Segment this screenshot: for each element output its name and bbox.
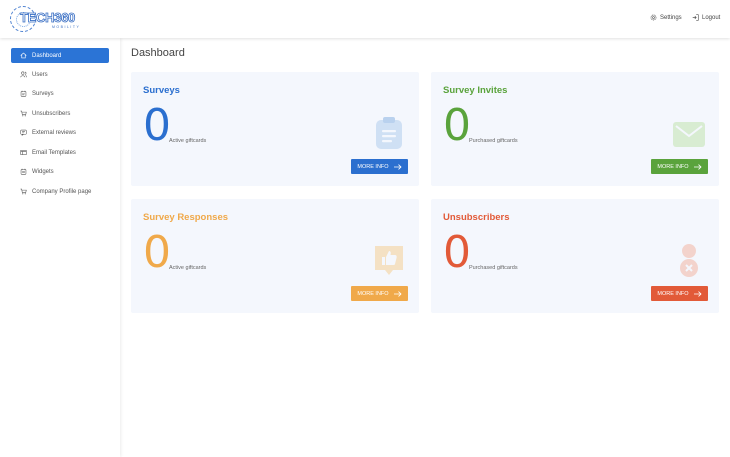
survey-responses-card: Survey Responses 0 Active giftcards MORE… [131,199,419,313]
card-value: 0 [143,100,171,151]
sidebar-item-label: External reviews [32,129,77,136]
more-info-button[interactable]: MORE INFO [651,286,708,301]
more-info-button[interactable]: MORE INFO [351,286,408,301]
gear-icon [650,14,657,21]
arrow-right-icon [693,290,702,297]
card-value: 0 [143,227,171,278]
envelope-icon [673,122,705,147]
more-info-button[interactable]: MORE INFO [351,159,408,174]
users-icon [20,71,27,78]
more-info-button[interactable]: MORE INFO [651,159,708,174]
surveys-card: Surveys 0 Active giftcards MORE INFO [131,72,419,186]
template-icon [20,150,27,155]
settings-link[interactable]: Settings [650,14,682,21]
logo-subtitle: MOBILITY [52,25,81,29]
clipboard-icon [376,117,402,149]
unsubscribers-card: Unsubscribers 0 Purchased giftcards MORE… [431,199,719,313]
user-remove-icon [680,244,698,277]
card-label: Purchased giftcards [469,265,518,271]
sidebar-item-users[interactable]: Users [11,67,109,82]
survey-icon [20,90,27,97]
more-info-label: MORE INFO [657,290,689,297]
sidebar-item-label: Company Profile page [32,188,92,195]
card-label: Active giftcards [169,265,207,271]
card-title: Unsubscribers [443,212,510,223]
logo-text: TECH360 [20,10,76,26]
logout-link[interactable]: Logout [692,14,720,21]
card-title: Survey Responses [143,212,229,223]
cart-icon [20,110,27,117]
settings-label: Settings [660,14,682,21]
more-info-label: MORE INFO [657,163,689,170]
sidebar-item-dashboard[interactable]: Dashboard [11,48,109,63]
card-value: 0 [443,227,471,278]
thumbs-up-icon [375,246,403,275]
logo[interactable]: TECH360 MOBILITY [10,6,82,32]
card-label: Purchased giftcards [469,138,518,144]
cart-icon [20,188,27,195]
card-title: Survey Invites [443,85,508,96]
arrow-right-icon [693,163,702,170]
sidebar-item-label: Users [32,71,48,78]
card-label: Active giftcards [169,138,207,144]
top-header: TECH360 MOBILITY Settings Logout [0,0,730,38]
more-info-label: MORE INFO [357,290,389,297]
sidebar-item-label: Widgets [32,168,54,175]
sidebar-item-unsubscribers[interactable]: Unsubscribers [11,106,109,121]
logout-icon [692,14,699,21]
page-title: Dashboard [131,47,185,59]
sidebar-item-external-reviews[interactable]: External reviews [11,125,109,140]
sidebar-item-email-templates[interactable]: Email Templates [11,145,109,160]
sidebar-item-label: Email Templates [32,149,76,156]
survey-invites-card: Survey Invites 0 Purchased giftcards MOR… [431,72,719,186]
more-info-label: MORE INFO [357,163,389,170]
sidebar-item-surveys[interactable]: Surveys [11,86,109,101]
sidebar-item-label: Surveys [32,90,54,97]
card-title: Surveys [143,85,180,96]
widget-icon [20,168,27,175]
sidebar-item-widgets[interactable]: Widgets [11,164,109,179]
review-icon [20,129,27,136]
logout-label: Logout [702,14,721,21]
home-icon [20,52,27,59]
sidebar-item-label: Dashboard [32,52,62,59]
arrow-right-icon [393,290,402,297]
sidebar: Dashboard Users Surveys Unsubscribers Ex… [0,38,120,457]
arrow-right-icon [393,163,402,170]
card-value: 0 [443,100,471,151]
sidebar-item-label: Unsubscribers [32,110,71,117]
sidebar-item-company-profile[interactable]: Company Profile page [11,184,109,199]
